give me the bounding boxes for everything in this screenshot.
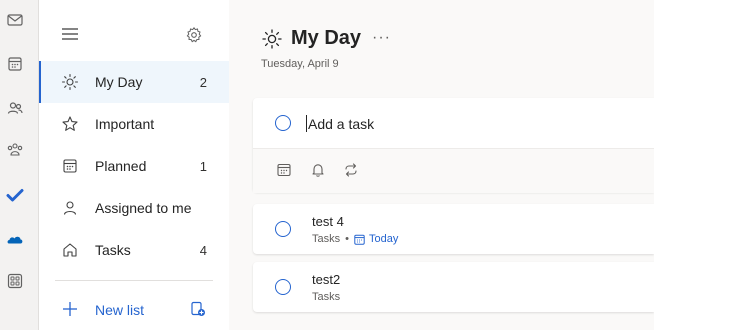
task-title: test 4 [312,214,344,229]
add-task-toolbar [253,148,654,193]
new-group-icon[interactable] [189,300,207,318]
sidebar-item-label: Assigned to me [95,200,192,216]
repeat-icon[interactable] [343,162,359,178]
blank-area [654,0,752,330]
add-task-circle-icon [275,115,291,131]
sidebar-item-assigned-to-me[interactable]: Assigned to me [39,187,229,229]
date-subtitle: Tuesday, April 9 [261,58,339,70]
sidebar-header [39,0,229,60]
groups-icon[interactable] [6,141,24,159]
sidebar-item-label: Planned [95,158,147,174]
sidebar-item-important[interactable]: Important [39,103,229,145]
lists-sidebar: My Day 2 Important Planned 1 Assigned to… [39,0,229,330]
sidebar-item-count: 2 [199,74,207,90]
meta-separator: • [345,233,349,245]
sidebar-item-count: 1 [199,158,207,174]
apps-icon[interactable] [6,272,24,290]
onedrive-icon[interactable] [6,230,24,248]
todo-icon[interactable] [6,186,24,204]
add-task-input[interactable] [308,114,608,134]
person-icon [61,199,79,217]
sun-icon [261,28,283,50]
task-meta: Tasks [312,291,340,303]
complete-task-checkbox[interactable] [275,279,291,295]
calendar-icon[interactable] [6,55,24,73]
task-item[interactable]: test 4 Tasks • Today [253,204,654,254]
task-due-date: Today [368,233,399,245]
settings-gear-icon[interactable] [185,26,203,44]
plus-icon [61,300,79,318]
task-item[interactable]: test2 Tasks [253,262,654,312]
sidebar-item-label: Important [95,116,155,132]
people-icon[interactable] [6,99,24,117]
add-task-card [253,98,654,193]
more-options-button[interactable]: ··· [372,29,391,47]
task-title: test2 [312,272,341,287]
star-icon [61,115,79,133]
home-icon [61,241,79,259]
task-meta: Tasks • Today [312,233,398,245]
sidebar-divider [55,280,213,281]
app-rail [0,0,39,330]
sidebar-item-label: Tasks [95,242,131,258]
new-list-label: New list [95,302,145,318]
sidebar-item-planned[interactable]: Planned 1 [39,145,229,187]
add-task-row[interactable] [253,98,654,148]
due-calendar-icon [354,234,365,245]
calendar-icon [61,157,79,175]
reminder-bell-icon[interactable] [310,162,326,178]
sidebar-item-count: 4 [199,242,207,258]
sidebar-item-tasks[interactable]: Tasks 4 [39,229,229,271]
main-panel: My Day ··· Tuesday, April 9 test 4 Tasks… [229,0,654,330]
mail-icon[interactable] [6,11,24,29]
task-list-name: Tasks [312,233,341,245]
complete-task-checkbox[interactable] [275,221,291,237]
task-list-name: Tasks [312,291,341,303]
new-list-button[interactable]: New list [39,292,229,328]
text-caret [306,115,307,132]
sidebar-item-label: My Day [95,74,143,90]
page-title: My Day [291,27,362,49]
due-date-icon[interactable] [276,162,292,178]
sidebar-item-my-day[interactable]: My Day 2 [39,61,229,103]
sun-icon [61,73,79,91]
hamburger-menu-icon[interactable] [61,27,79,41]
